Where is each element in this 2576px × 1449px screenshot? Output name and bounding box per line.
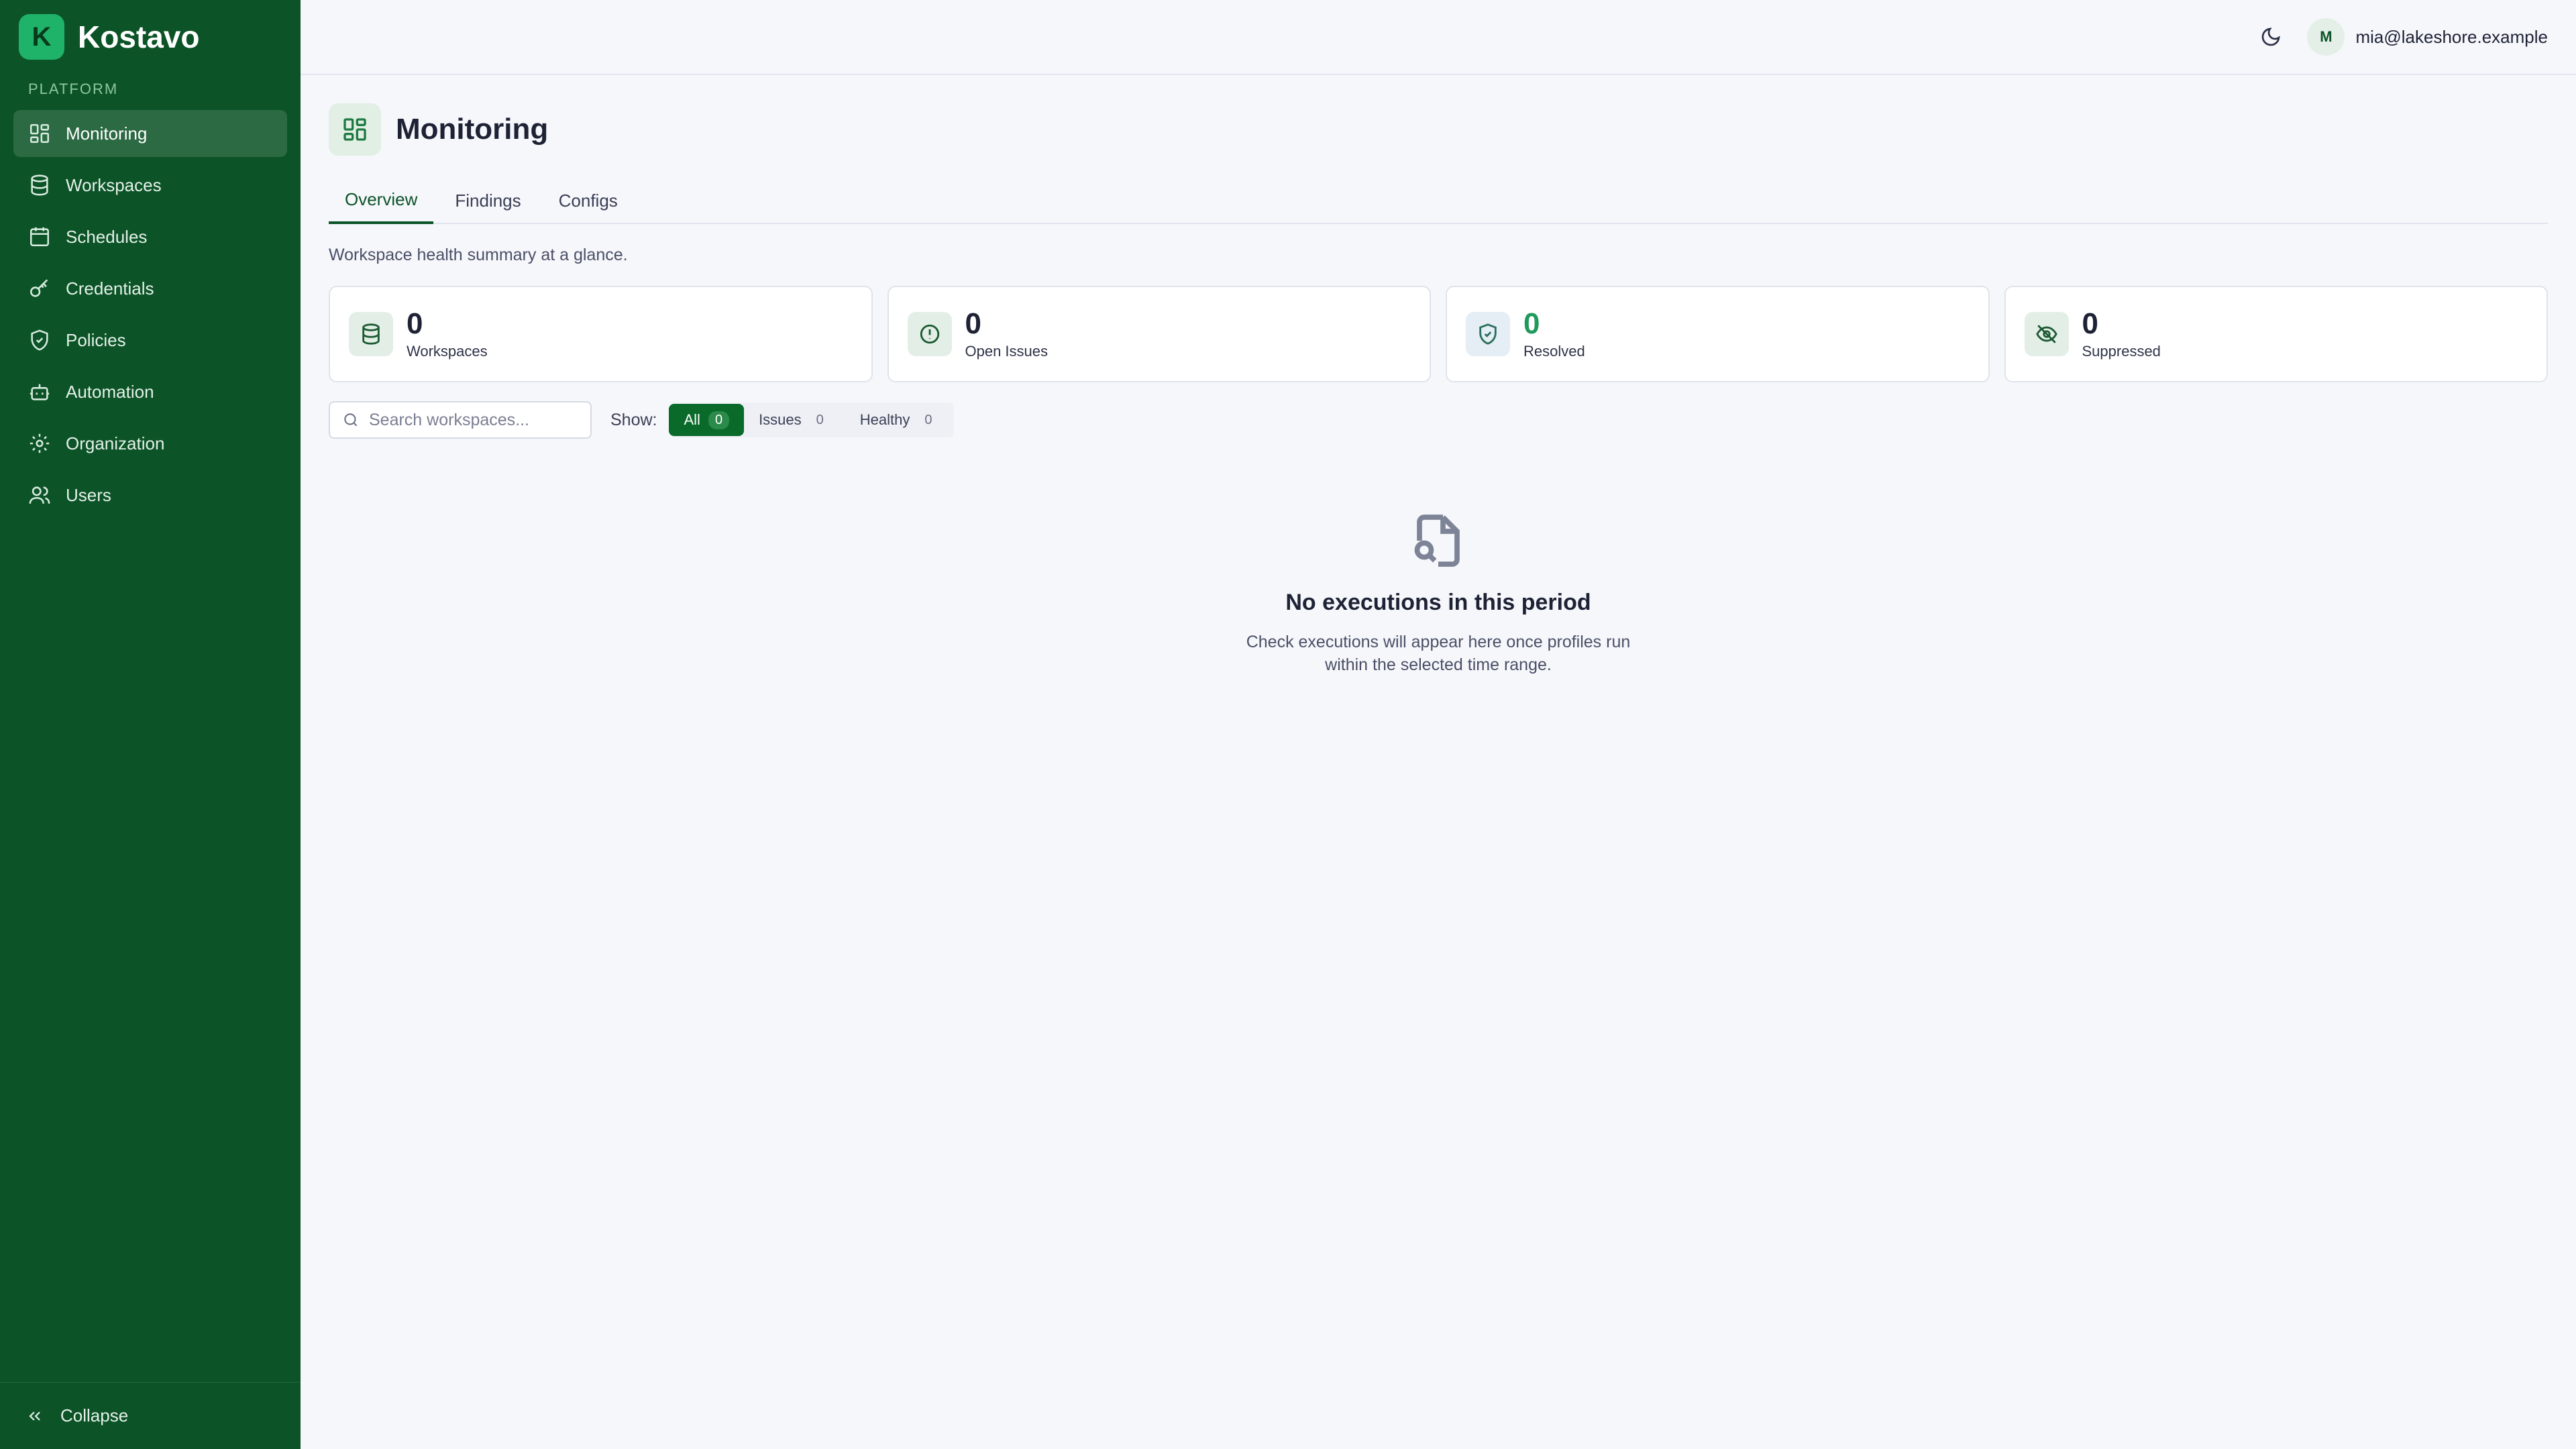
app-root: K Kostavo PLATFORM Monitoring Workspaces bbox=[0, 0, 2576, 1449]
user-menu[interactable]: M mia@lakeshore.example bbox=[2307, 18, 2548, 56]
stat-value: 0 bbox=[2082, 307, 2098, 340]
filter-label: Issues bbox=[759, 411, 802, 428]
sidebar-item-label: Schedules bbox=[66, 226, 148, 247]
tab-bar: Overview Findings Configs bbox=[329, 177, 2548, 224]
stat-card-open-issues: 0 Open Issues bbox=[887, 286, 1431, 382]
filter-label: Healthy bbox=[859, 411, 910, 428]
topbar: M mia@lakeshore.example bbox=[301, 0, 2576, 75]
filter-healthy[interactable]: Healthy 0 bbox=[845, 404, 954, 436]
page-content: Monitoring Overview Findings Configs Wor… bbox=[301, 103, 2576, 676]
page-summary: Workspace health summary at a glance. bbox=[329, 246, 628, 264]
theme-toggle-button[interactable] bbox=[2252, 18, 2290, 56]
sidebar-item-schedules[interactable]: Schedules bbox=[13, 213, 287, 260]
collapse-button[interactable]: Collapse bbox=[0, 1382, 301, 1449]
gear-icon bbox=[28, 432, 51, 455]
sidebar-item-organization[interactable]: Organization bbox=[13, 420, 287, 467]
filter-count: 0 bbox=[708, 411, 730, 429]
alert-circle-icon bbox=[907, 312, 952, 356]
sidebar-item-label: Workspaces bbox=[66, 174, 162, 195]
filter-count: 0 bbox=[816, 412, 824, 427]
database-icon bbox=[28, 174, 51, 197]
stat-card-workspaces: 0 Workspaces bbox=[329, 286, 873, 382]
dashboard-icon bbox=[28, 122, 51, 145]
moon-icon bbox=[2262, 28, 2281, 46]
filter-bar: Show: All 0 Issues 0 Healthy 0 bbox=[329, 401, 2548, 439]
eye-off-icon bbox=[2024, 312, 2069, 356]
stat-label: Suppressed bbox=[2082, 343, 2161, 360]
calendar-icon bbox=[28, 225, 51, 248]
stat-value: 0 bbox=[965, 307, 981, 340]
tab-findings[interactable]: Findings bbox=[439, 177, 537, 224]
robot-icon bbox=[28, 380, 51, 403]
shield-icon bbox=[28, 329, 51, 352]
stat-value: 0 bbox=[1523, 307, 1540, 340]
user-email: mia@lakeshore.example bbox=[2355, 26, 2548, 47]
sidebar-item-users[interactable]: Users bbox=[13, 472, 287, 519]
main-area: M mia@lakeshore.example Monitoring Overv… bbox=[301, 0, 2576, 1449]
filter-issues[interactable]: Issues 0 bbox=[744, 404, 845, 436]
sidebar-item-policies[interactable]: Policies bbox=[13, 317, 287, 364]
sidebar-item-workspaces[interactable]: Workspaces bbox=[13, 162, 287, 209]
file-search-icon bbox=[329, 513, 2548, 572]
tab-overview[interactable]: Overview bbox=[329, 177, 434, 224]
key-icon bbox=[28, 277, 51, 300]
chevrons-left-icon bbox=[29, 1411, 40, 1421]
tab-configs[interactable]: Configs bbox=[543, 177, 634, 224]
sidebar-item-label: Automation bbox=[66, 381, 154, 402]
sidebar-nav: Monitoring Workspaces Schedules Credenti… bbox=[0, 110, 301, 519]
brand[interactable]: K Kostavo bbox=[0, 0, 301, 74]
search-input[interactable] bbox=[369, 410, 584, 430]
sidebar: K Kostavo PLATFORM Monitoring Workspaces bbox=[0, 0, 301, 1449]
stat-label: Workspaces bbox=[407, 343, 488, 360]
filter-label: All bbox=[684, 411, 700, 428]
sidebar-item-label: Monitoring bbox=[66, 123, 148, 144]
search-icon bbox=[344, 413, 358, 427]
brand-logo: K bbox=[19, 14, 64, 60]
empty-state: No executions in this period Check execu… bbox=[329, 513, 2548, 676]
sidebar-item-label: Policies bbox=[66, 329, 126, 350]
database-icon bbox=[349, 312, 393, 356]
collapse-label: Collapse bbox=[60, 1405, 129, 1426]
sidebar-item-label: Credentials bbox=[66, 278, 154, 299]
stat-label: Resolved bbox=[1523, 343, 1585, 360]
sidebar-item-monitoring[interactable]: Monitoring bbox=[13, 110, 287, 157]
filter-count: 0 bbox=[924, 412, 932, 427]
brand-name: Kostavo bbox=[78, 19, 200, 54]
stat-card-suppressed: 0 Suppressed bbox=[2004, 286, 2548, 382]
stat-label: Open Issues bbox=[965, 343, 1049, 360]
empty-title: No executions in this period bbox=[1285, 590, 1591, 615]
users-icon bbox=[28, 484, 51, 506]
filter-pill-group: All 0 Issues 0 Healthy 0 bbox=[669, 402, 954, 437]
sidebar-item-label: Users bbox=[66, 484, 111, 505]
sidebar-item-credentials[interactable]: Credentials bbox=[13, 265, 287, 312]
shield-check-icon bbox=[1466, 312, 1510, 356]
stats-row: 0 Workspaces 0 Open Issues 0 Resolved 0 … bbox=[329, 286, 2548, 382]
stat-value: 0 bbox=[407, 307, 423, 340]
stat-card-resolved: 0 Resolved bbox=[1446, 286, 1990, 382]
sidebar-item-automation[interactable]: Automation bbox=[13, 368, 287, 415]
empty-description: Check executions will appear here once p… bbox=[1246, 633, 1631, 674]
search-box[interactable] bbox=[329, 401, 592, 439]
filter-all[interactable]: All 0 bbox=[669, 404, 745, 436]
page-header: Monitoring bbox=[329, 103, 2548, 156]
dashboard-icon bbox=[329, 103, 381, 156]
avatar: M bbox=[2307, 18, 2345, 56]
page-title: Monitoring bbox=[396, 113, 549, 146]
sidebar-section-label: PLATFORM bbox=[28, 80, 119, 97]
show-label: Show: bbox=[610, 410, 657, 429]
sidebar-item-label: Organization bbox=[66, 433, 165, 453]
